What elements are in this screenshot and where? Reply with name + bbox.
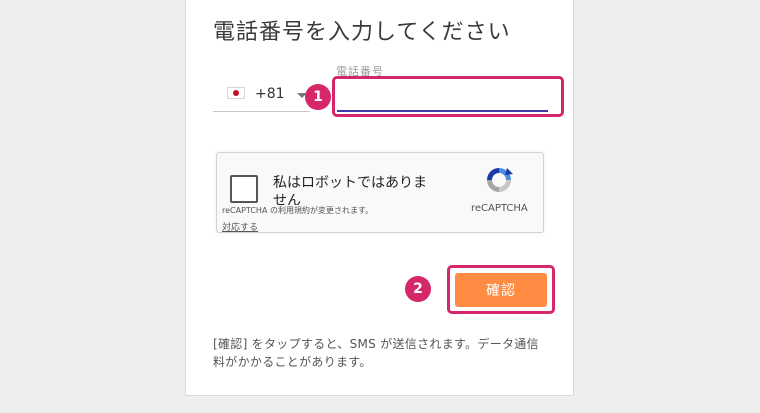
- step-badge-2: 2: [405, 276, 431, 302]
- recaptcha-widget: 私はロボットではありません reCAPTCHA reCAPTCHA の利用規約が…: [216, 152, 544, 233]
- recaptcha-terms-link[interactable]: 対応する: [222, 220, 258, 233]
- recaptcha-logo-icon: [487, 168, 513, 192]
- step-badge-1: 1: [305, 84, 331, 110]
- sms-notice: [確認] をタップすると、SMS が送信されます。データ通信料がかかることがあり…: [213, 337, 539, 369]
- page-title: 電話番号を入力してください: [213, 20, 511, 45]
- country-code-selector[interactable]: +81: [213, 81, 310, 112]
- recaptcha-brand: reCAPTCHA: [471, 203, 528, 214]
- jp-flag-icon: [227, 87, 245, 99]
- highlight-phone-input: [332, 76, 564, 117]
- recaptcha-checkbox[interactable]: [230, 175, 258, 203]
- login-card: 電話番号を入力してください +81 電話番号 私はロボットではありません reC…: [185, 0, 574, 396]
- flag-circle: [233, 90, 239, 96]
- highlight-confirm-button: [447, 265, 555, 314]
- dial-code: +81: [255, 86, 285, 102]
- recaptcha-terms-text: reCAPTCHA の利用規約が変更されます。: [222, 205, 374, 216]
